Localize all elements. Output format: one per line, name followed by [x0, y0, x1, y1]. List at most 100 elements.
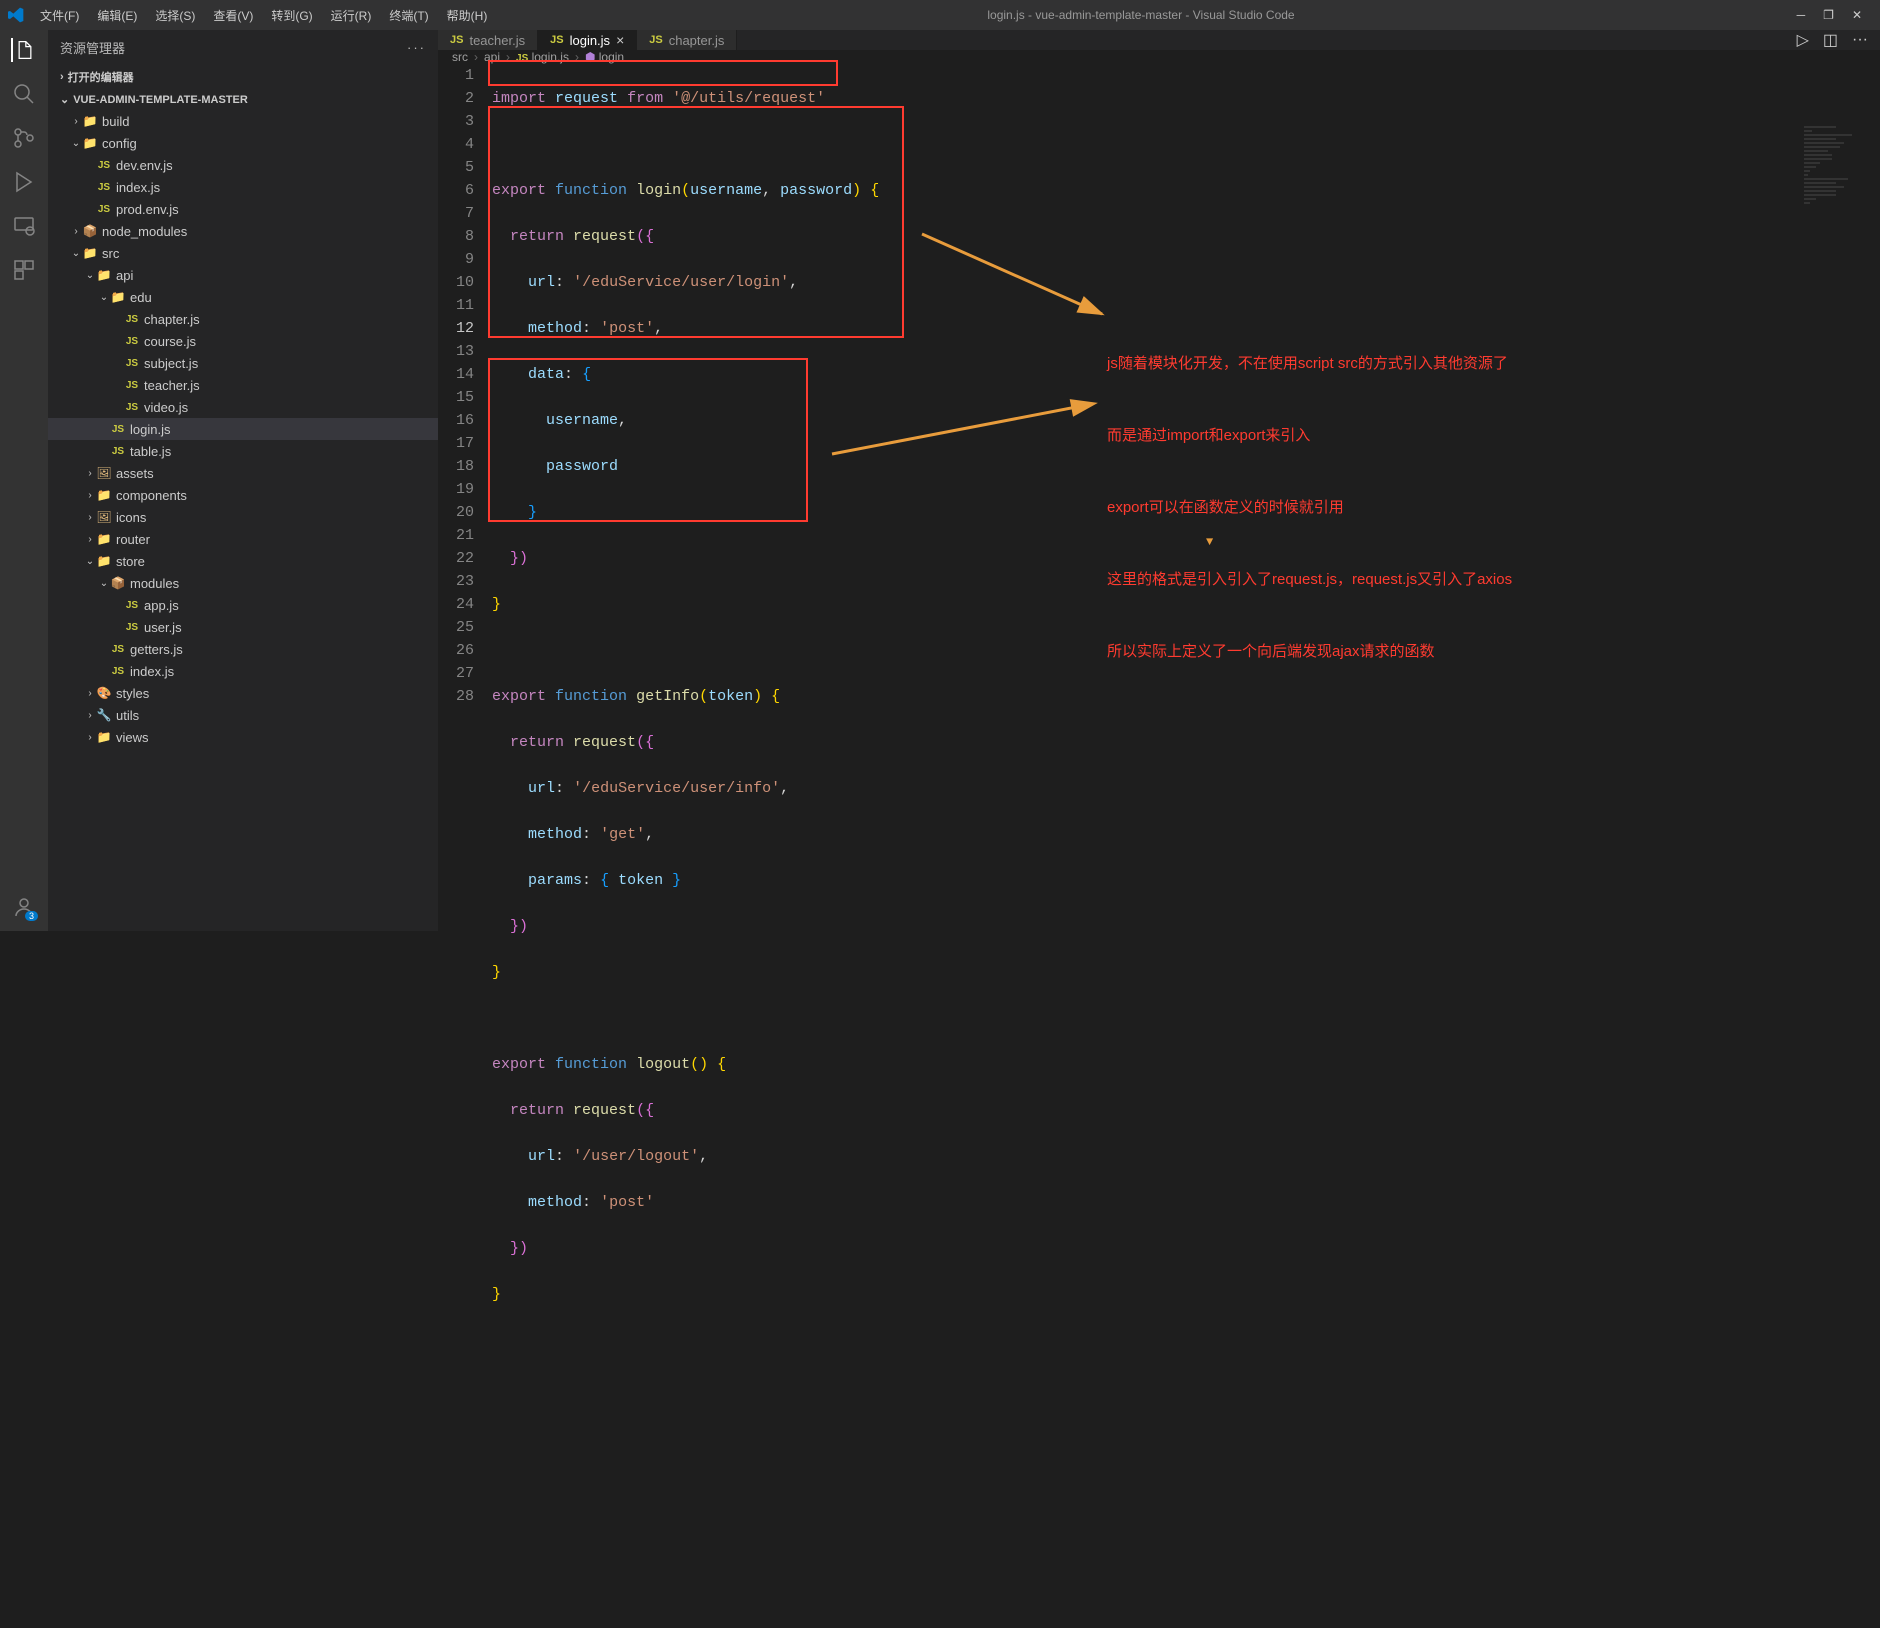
extensions-icon[interactable]: [12, 258, 36, 282]
open-editors-label: 打开的编辑器: [68, 69, 134, 85]
js-file-icon: JS: [124, 600, 140, 611]
line-number: 12: [438, 317, 474, 340]
tree-folder[interactable]: ⌄📁config: [48, 132, 438, 154]
folder-icon: 📁: [82, 136, 98, 150]
tree-file[interactable]: JSvideo.js: [48, 396, 438, 418]
project-section[interactable]: ⌄ VUE-ADMIN-TEMPLATE-MASTER: [48, 89, 438, 110]
minimap[interactable]: [1800, 124, 1880, 324]
tree-folder[interactable]: ›🖼icons: [48, 506, 438, 528]
tree-file[interactable]: JSindex.js: [48, 660, 438, 682]
line-number: 26: [438, 639, 474, 662]
folder-icon: 📁: [96, 532, 112, 546]
tree-folder[interactable]: ›📁router: [48, 528, 438, 550]
line-number: 25: [438, 616, 474, 639]
tree-label: modules: [130, 576, 179, 591]
tree-label: video.js: [144, 400, 188, 415]
tree-folder[interactable]: ⌄📁edu: [48, 286, 438, 308]
editor-tab[interactable]: JSteacher.js: [438, 30, 538, 50]
chevron-icon: ›: [70, 226, 82, 237]
tree-file[interactable]: JSprod.env.js: [48, 198, 438, 220]
js-file-icon: JS: [110, 424, 126, 435]
js-file-icon: JS: [124, 314, 140, 325]
line-number: 6: [438, 179, 474, 202]
line-number: 20: [438, 501, 474, 524]
minimize-button[interactable]: ─: [1797, 8, 1806, 22]
editor-area: JSteacher.jsJSlogin.js×JSchapter.js ▷ ◫ …: [438, 30, 1880, 931]
split-editor-icon[interactable]: ◫: [1823, 30, 1838, 50]
menu-item[interactable]: 帮助(H): [439, 3, 496, 28]
tree-file[interactable]: JSapp.js: [48, 594, 438, 616]
chevron-icon: ⌄: [98, 292, 110, 303]
chevron-icon: ⌄: [70, 138, 82, 149]
chevron-icon: ›: [84, 512, 96, 523]
menu-item[interactable]: 终端(T): [381, 3, 436, 28]
tree-label: api: [116, 268, 133, 283]
menu-item[interactable]: 运行(R): [323, 3, 380, 28]
tree-label: node_modules: [102, 224, 187, 239]
window-title: login.js - vue-admin-template-master - V…: [495, 8, 1786, 22]
tree-folder[interactable]: ⌄📦modules: [48, 572, 438, 594]
menu-item[interactable]: 选择(S): [147, 3, 203, 28]
tab-label: chapter.js: [669, 33, 725, 48]
tree-folder[interactable]: ⌄📁api: [48, 264, 438, 286]
tree-file[interactable]: JSchapter.js: [48, 308, 438, 330]
line-number: 4: [438, 133, 474, 156]
folder-icon: 🖼: [96, 510, 112, 524]
run-debug-icon[interactable]: [12, 170, 36, 194]
folder-icon: 📦: [82, 224, 98, 238]
js-file-icon: JS: [124, 380, 140, 391]
close-tab-icon[interactable]: ×: [616, 32, 624, 48]
editor-tab[interactable]: JSchapter.js: [637, 30, 737, 50]
breadcrumb-item[interactable]: src: [452, 50, 468, 64]
tree-file[interactable]: JSgetters.js: [48, 638, 438, 660]
more-actions-icon[interactable]: ···: [407, 40, 426, 55]
tree-folder[interactable]: ›📁components: [48, 484, 438, 506]
tree-folder[interactable]: ›🔧utils: [48, 704, 438, 726]
tree-file[interactable]: JSteacher.js: [48, 374, 438, 396]
tree-folder[interactable]: ›📁views: [48, 726, 438, 748]
breadcrumb-item[interactable]: ⬢ login: [585, 50, 624, 64]
breadcrumb-item[interactable]: JS login.js: [516, 50, 569, 64]
accounts-icon[interactable]: 3: [12, 895, 36, 919]
chevron-right-icon: ›: [60, 71, 64, 83]
breadcrumb[interactable]: src›api›JS login.js›⬢ login: [438, 50, 1880, 64]
folder-icon: 📁: [96, 268, 112, 282]
breadcrumb-item[interactable]: api: [484, 50, 500, 64]
menu-item[interactable]: 转到(G): [263, 3, 320, 28]
tree-file[interactable]: JSdev.env.js: [48, 154, 438, 176]
tree-file[interactable]: JSlogin.js: [48, 418, 438, 440]
tree-folder[interactable]: ›🖼assets: [48, 462, 438, 484]
folder-icon: 📁: [82, 246, 98, 260]
tree-folder[interactable]: ›📁build: [48, 110, 438, 132]
remote-icon[interactable]: [12, 214, 36, 238]
tree-folder[interactable]: ›🎨styles: [48, 682, 438, 704]
menu-item[interactable]: 查看(V): [205, 3, 261, 28]
explorer-icon[interactable]: [11, 38, 35, 62]
source-control-icon[interactable]: [12, 126, 36, 150]
tree-folder[interactable]: ›📦 node_modules: [48, 220, 438, 242]
open-editors-section[interactable]: › 打开的编辑器: [48, 65, 438, 89]
chevron-icon: ›: [84, 490, 96, 501]
close-button[interactable]: ✕: [1852, 8, 1862, 22]
maximize-button[interactable]: ❐: [1823, 8, 1834, 22]
tree-file[interactable]: JSsubject.js: [48, 352, 438, 374]
tree-file[interactable]: JSindex.js: [48, 176, 438, 198]
tree-label: course.js: [144, 334, 196, 349]
tree-file[interactable]: JSuser.js: [48, 616, 438, 638]
code-body[interactable]: import request from '@/utils/request' ex…: [492, 64, 1880, 1628]
tree-folder[interactable]: ⌄📁store: [48, 550, 438, 572]
menu-item[interactable]: 文件(F): [32, 3, 87, 28]
code-editor[interactable]: 1234567891011121314151617181920212223242…: [438, 64, 1880, 1628]
search-icon[interactable]: [12, 82, 36, 106]
tree-label: utils: [116, 708, 139, 723]
folder-icon: 🔧: [96, 708, 112, 722]
tree-file[interactable]: JStable.js: [48, 440, 438, 462]
run-icon[interactable]: ▷: [1797, 30, 1809, 50]
editor-tab[interactable]: JSlogin.js×: [538, 30, 637, 50]
sidebar-title: 资源管理器: [60, 38, 125, 57]
line-number: 14: [438, 363, 474, 386]
menu-item[interactable]: 编辑(E): [89, 3, 145, 28]
tree-file[interactable]: JScourse.js: [48, 330, 438, 352]
tree-folder[interactable]: ⌄📁src: [48, 242, 438, 264]
more-icon[interactable]: ···: [1852, 31, 1868, 49]
